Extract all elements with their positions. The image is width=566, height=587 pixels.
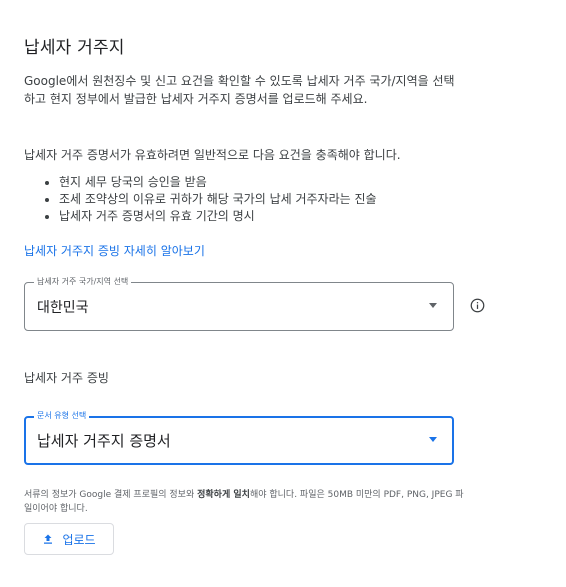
document-type-select-label: 문서 유형 선택	[34, 410, 90, 422]
requirements-intro: 납세자 거주 증명서가 유효하려면 일반적으로 다음 요건을 충족해야 합니다.	[24, 148, 401, 162]
upload-button[interactable]: 업로드	[24, 523, 114, 555]
upload-icon	[44, 534, 53, 544]
learn-more-link[interactable]: 납세자 거주지 증빙 자세히 알아보기	[24, 242, 205, 259]
document-type-select-value: 납세자 거주지 증명서	[37, 432, 171, 450]
page-title: 납세자 거주지	[24, 38, 125, 58]
requirement-item: 납세자 거주 증명서의 유효 기간의 명시	[59, 208, 377, 225]
requirement-item: 조세 조약상의 이유로 귀하가 해당 국가의 납세 거주자라는 진술	[59, 191, 377, 208]
chevron-down-icon	[429, 437, 437, 442]
note-emphasis: 정확하게 일치	[197, 490, 250, 500]
proof-label: 납세자 거주 증빙	[24, 371, 109, 385]
country-select-label: 납세자 거주 국가/지역 선택	[34, 276, 132, 288]
requirement-item: 현지 세무 당국의 승인을 받음	[59, 174, 377, 191]
note-text: 서류의 정보가 Google 결제 프로필의 정보와	[24, 490, 198, 500]
upload-button-label: 업로드	[62, 532, 96, 547]
country-select[interactable]: 납세자 거주 국가/지역 선택 대한민국	[24, 276, 454, 331]
document-type-select[interactable]: 문서 유형 선택 납세자 거주지 증명서	[24, 410, 454, 465]
requirements-list: 현지 세무 당국의 승인을 받음 조세 조약상의 이유로 귀하가 해당 국가의 …	[24, 174, 377, 225]
section-description: Google에서 원천징수 및 신고 요건을 확인할 수 있도록 납세자 거주 …	[24, 74, 455, 106]
chevron-down-icon	[429, 303, 437, 308]
info-icon[interactable]	[470, 298, 485, 313]
country-select-value: 대한민국	[37, 300, 89, 316]
file-requirement-note: 서류의 정보가 Google 결제 프로필의 정보와 정확하게 일치해야 합니다…	[24, 488, 464, 516]
